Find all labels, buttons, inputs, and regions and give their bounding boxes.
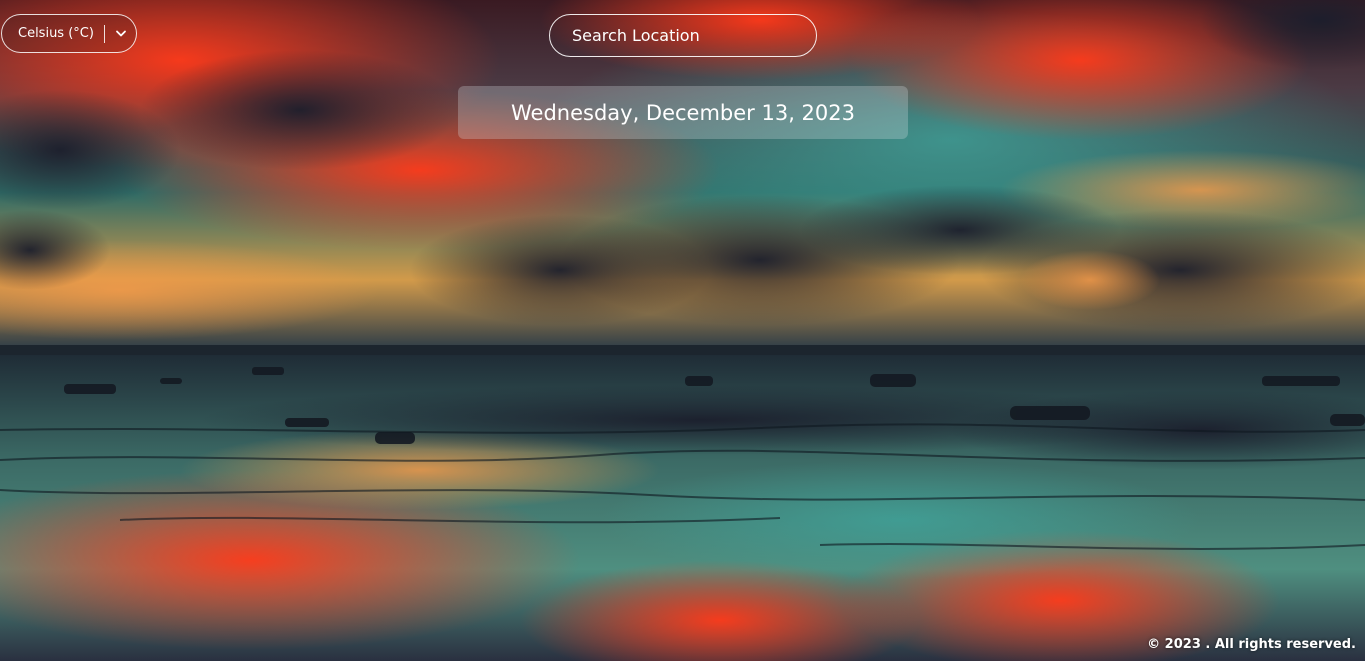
search-location-input[interactable] xyxy=(549,14,817,57)
footer-copyright: © 2023 . All rights reserved. xyxy=(1147,637,1356,652)
temperature-unit-select[interactable]: Celsius (°C) xyxy=(1,14,137,53)
chevron-down-icon[interactable] xyxy=(115,28,127,40)
current-date: Wednesday, December 13, 2023 xyxy=(510,100,856,125)
current-date-panel: Wednesday, December 13, 2023 xyxy=(458,86,908,139)
select-divider xyxy=(103,24,105,43)
temperature-unit-label: Celsius (°C) xyxy=(18,26,94,41)
